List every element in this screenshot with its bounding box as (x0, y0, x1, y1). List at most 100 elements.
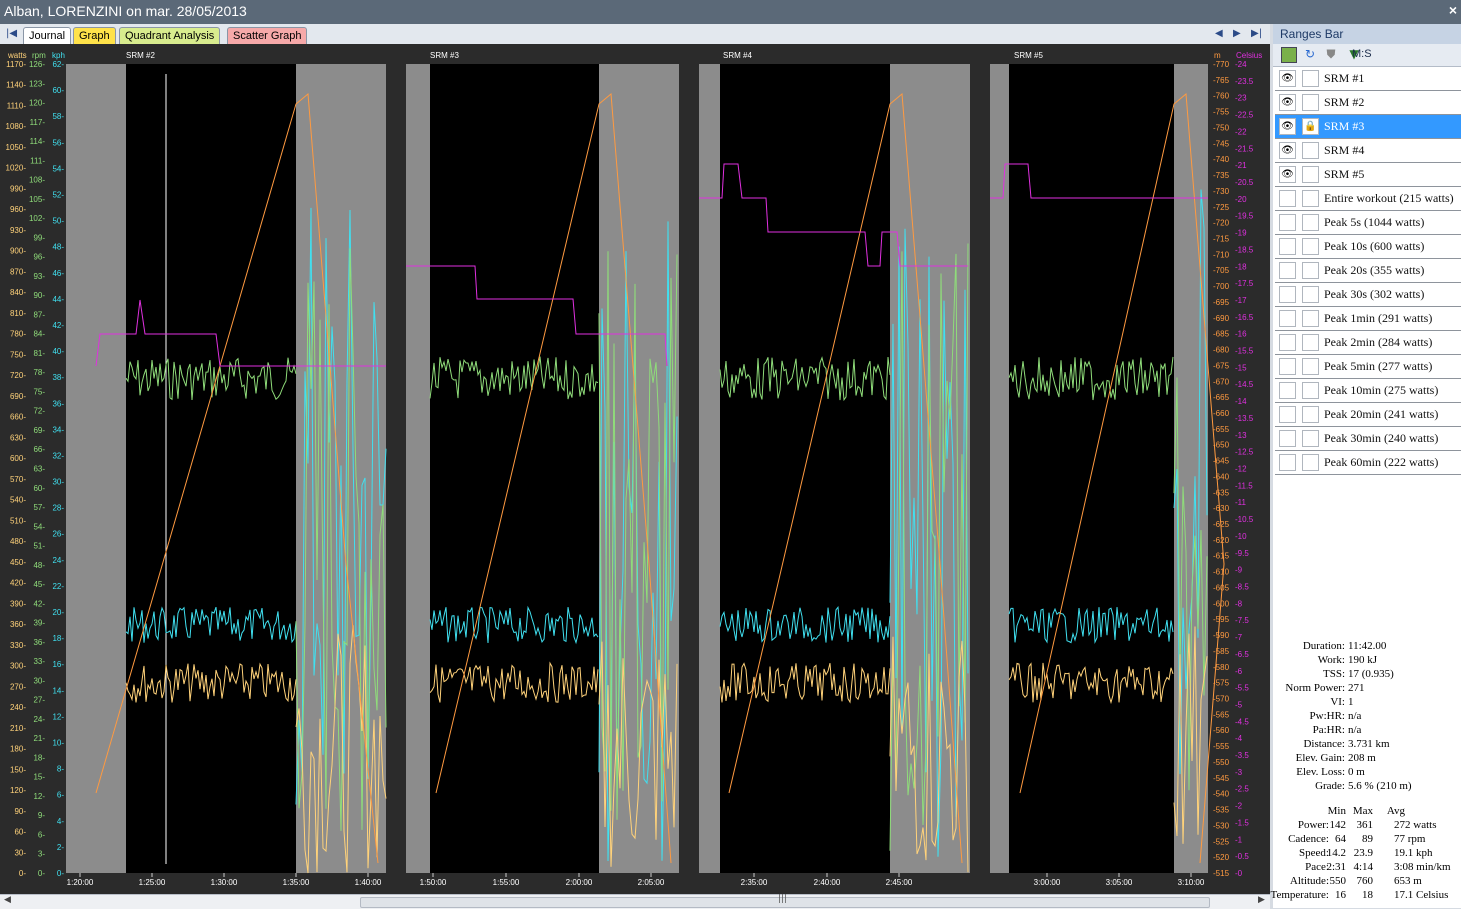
lock-checkbox[interactable] (1302, 142, 1319, 159)
ranges-bar-title: Ranges Bar (1280, 27, 1344, 41)
lock-checkbox[interactable] (1302, 406, 1319, 423)
lock-checkbox[interactable] (1302, 262, 1319, 279)
lock-checkbox[interactable] (1302, 310, 1319, 327)
m-tick: -605 (1213, 583, 1230, 592)
rpm-tick: 60- (33, 484, 45, 493)
range-item[interactable]: Peak 1min (291 watts) (1275, 307, 1461, 331)
visibility-checkbox[interactable] (1279, 262, 1296, 279)
stats-header-max: Max (1352, 805, 1373, 817)
horizontal-scrollbar[interactable]: ◀ ||| ▶ (0, 894, 1270, 909)
range-item[interactable]: Peak 20s (355 watts) (1275, 259, 1461, 283)
visibility-checkbox[interactable] (1279, 238, 1296, 255)
tab-graph[interactable]: Graph (73, 27, 116, 44)
lock-checkbox[interactable] (1302, 382, 1319, 399)
rpm-tick: 69- (33, 426, 45, 435)
m-tick: -550 (1213, 758, 1230, 767)
watts-tick: 90- (14, 807, 26, 816)
visibility-checkbox[interactable] (1279, 430, 1296, 447)
graph-canvas[interactable]: 1170- 1140- 1110- 1080- 1050- 1020- 990- 960- 93… (0, 44, 1270, 894)
visibility-checkbox[interactable] (1279, 358, 1296, 375)
eye-icon[interactable]: 👁 (1279, 70, 1296, 87)
range-item[interactable]: 👁 SRM #1 (1275, 67, 1461, 91)
visibility-checkbox[interactable] (1279, 190, 1296, 207)
visibility-checkbox[interactable] (1279, 286, 1296, 303)
window-titlebar: Alban, LORENZINI on mar. 28/05/2013 × (0, 0, 1461, 24)
eye-icon[interactable]: 👁 (1279, 118, 1296, 135)
range-item-label: SRM #5 (1324, 167, 1365, 181)
visibility-checkbox[interactable] (1279, 214, 1296, 231)
summary-value: 271 (1348, 682, 1365, 694)
watts-tick: 270- (10, 682, 26, 691)
summary-value: 17 (0.935) (1348, 668, 1394, 680)
visibility-checkbox[interactable] (1279, 454, 1296, 471)
summary-value: 1 (1348, 696, 1354, 708)
prev-tab-icon[interactable]: ◀ (1215, 28, 1223, 39)
lock-checkbox[interactable] (1302, 94, 1319, 111)
lock-checkbox[interactable] (1302, 70, 1319, 87)
lock-checkbox[interactable] (1302, 214, 1319, 231)
range-item[interactable]: Peak 60min (222 watts) (1275, 451, 1461, 475)
scroll-right-icon[interactable]: ▶ (1258, 895, 1265, 905)
rpm-tick: 93- (33, 272, 45, 281)
range-item[interactable]: Peak 5min (277 watts) (1275, 355, 1461, 379)
first-page-icon[interactable]: |◀ (6, 28, 17, 39)
tab-scatter-graph[interactable]: Scatter Graph (227, 27, 308, 44)
visibility-checkbox[interactable] (1279, 310, 1296, 327)
range-item[interactable]: Peak 20min (241 watts) (1275, 403, 1461, 427)
kph-tick: 44- (52, 295, 64, 304)
lock-checkbox[interactable] (1302, 430, 1319, 447)
next-tab-icon[interactable]: ▶ (1233, 28, 1241, 39)
visibility-checkbox[interactable] (1279, 334, 1296, 351)
stats-max: 23.9 (1353, 847, 1373, 859)
range-item[interactable]: Entire workout (215 watts) (1275, 187, 1461, 211)
watts-tick: 1050- (6, 143, 27, 152)
lock-checkbox[interactable] (1302, 358, 1319, 375)
lock-checkbox[interactable] (1302, 190, 1319, 207)
visibility-checkbox[interactable] (1279, 406, 1296, 423)
lock-checkbox[interactable] (1302, 286, 1319, 303)
range-item[interactable]: Peak 10s (600 watts) (1275, 235, 1461, 259)
celsius-tick: -11.5 (1235, 481, 1253, 490)
watts-tick: 330- (10, 641, 26, 650)
scroll-left-icon[interactable]: ◀ (4, 895, 11, 905)
celsius-tick: -12.5 (1235, 448, 1254, 457)
rpm-tick: 78- (33, 368, 45, 377)
range-item[interactable]: Peak 5s (1044 watts) (1275, 211, 1461, 235)
shield-icon[interactable]: ⛊ (1324, 47, 1338, 61)
range-item[interactable]: 👁 🔒 SRM #3 (1275, 115, 1461, 139)
range-item[interactable]: Peak 30s (302 watts) (1275, 283, 1461, 307)
lock-icon[interactable]: 🔒 (1302, 118, 1319, 135)
celsius-tick: -21 (1235, 161, 1247, 170)
lock-checkbox[interactable] (1302, 238, 1319, 255)
range-item[interactable]: 👁 SRM #2 (1275, 91, 1461, 115)
visibility-checkbox[interactable] (1279, 382, 1296, 399)
rpm-unit: rpm (32, 51, 46, 60)
summary-value: 0 m (1348, 766, 1365, 778)
eye-icon[interactable]: 👁 (1279, 94, 1296, 111)
last-tab-icon[interactable]: ▶| (1251, 28, 1262, 39)
time-format-label[interactable]: M:S (1352, 48, 1372, 60)
range-item-label: Peak 60min (222 watts) (1324, 455, 1439, 469)
m-tick: -765 (1213, 76, 1230, 85)
workout-graph[interactable]: 1170- 1140- 1110- 1080- 1050- 1020- 990- 960- 93… (0, 44, 1270, 894)
celsius-tick: -17 (1235, 296, 1247, 305)
image-icon[interactable] (1281, 47, 1297, 63)
m-tick: -750 (1213, 123, 1230, 132)
tab-quadrant-analysis[interactable]: Quadrant Analysis (119, 27, 221, 44)
range-item[interactable]: 👁 SRM #5 (1275, 163, 1461, 187)
range-item[interactable]: Peak 2min (284 watts) (1275, 331, 1461, 355)
range-item[interactable]: 👁 SRM #4 (1275, 139, 1461, 163)
range-item[interactable]: Peak 30min (240 watts) (1275, 427, 1461, 451)
rpm-tick: 57- (33, 503, 45, 512)
tab-journal[interactable]: Journal (23, 27, 72, 44)
celsius-tick: -4 (1235, 734, 1243, 743)
lock-checkbox[interactable] (1302, 166, 1319, 183)
refresh-icon[interactable]: ↻ (1303, 47, 1317, 61)
eye-icon[interactable]: 👁 (1279, 166, 1296, 183)
lock-checkbox[interactable] (1302, 454, 1319, 471)
close-icon[interactable]: × (1449, 2, 1457, 18)
celsius-tick: -23 (1235, 94, 1247, 103)
range-item[interactable]: Peak 10min (275 watts) (1275, 379, 1461, 403)
lock-checkbox[interactable] (1302, 334, 1319, 351)
eye-icon[interactable]: 👁 (1279, 142, 1296, 159)
